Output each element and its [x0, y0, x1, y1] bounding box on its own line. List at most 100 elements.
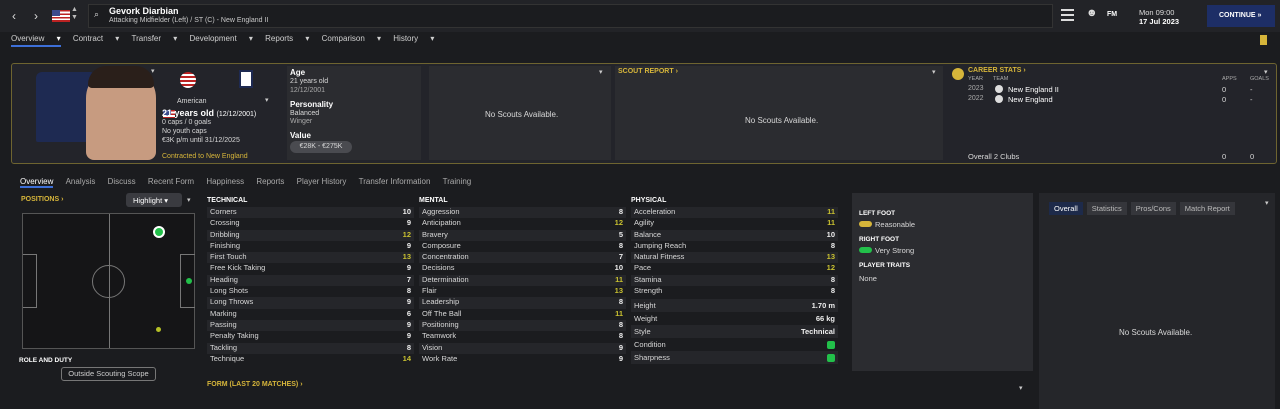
attribute-row[interactable]: Off The Ball 11 [419, 309, 626, 320]
career-goals: - [1250, 85, 1253, 94]
attribute-value: 9 [618, 353, 623, 363]
tab-pros-cons[interactable]: Pros/Cons [1130, 202, 1176, 215]
position-marker-am[interactable] [156, 327, 161, 332]
tab-transfer-information[interactable]: Transfer Information [359, 177, 431, 186]
chevron-down-icon[interactable]: ▾ [932, 68, 936, 76]
menu-icon[interactable] [1061, 9, 1074, 21]
menu-contract[interactable]: Contract ▾ [73, 34, 119, 43]
tab-overall[interactable]: Overall [1049, 202, 1083, 215]
attribute-row[interactable]: Composure 8 [419, 241, 626, 252]
back-icon[interactable]: ‹ [6, 8, 22, 24]
attribute-row[interactable]: Teamwork 8 [419, 331, 626, 342]
menu-history[interactable]: History ▾ [393, 34, 434, 43]
attribute-row[interactable]: Natural Fitness 13 [631, 252, 838, 264]
attribute-row[interactable]: Finishing 9 [207, 241, 414, 252]
menu-comparison[interactable]: Comparison ▾ [322, 34, 381, 43]
attribute-row[interactable]: Leadership 8 [419, 297, 626, 309]
attribute-row[interactable]: Anticipation 12 [419, 218, 626, 229]
scout-report-title[interactable]: SCOUT REPORT › [618, 68, 678, 75]
tab-match-report[interactable]: Match Report [1179, 202, 1235, 215]
tab-analysis[interactable]: Analysis [66, 177, 96, 186]
attribute-row[interactable]: Stamina 8 [631, 274, 838, 287]
attribute-row[interactable]: Bravery 5 [419, 229, 626, 241]
attribute-row[interactable]: Strength 8 [631, 286, 838, 297]
attribute-row[interactable]: Flair 13 [419, 286, 626, 297]
attribute-row[interactable]: Determination 11 [419, 274, 626, 287]
position-text: Winger [290, 118, 313, 125]
attribute-row[interactable]: First Touch 13 [207, 252, 414, 264]
menu-development[interactable]: Development ▾ [190, 34, 253, 43]
physical-extra-value: Technical [800, 327, 835, 337]
chevron-down-icon[interactable]: ▾ [151, 67, 155, 75]
career-team[interactable]: New England [1008, 95, 1053, 104]
fm-icon[interactable]: FM [1107, 11, 1117, 18]
chevron-down-icon[interactable]: ▾ [187, 196, 191, 204]
attribute-row[interactable]: Vision 9 [419, 342, 626, 354]
chevron-down-icon[interactable]: ▾ [599, 68, 603, 76]
forward-icon[interactable]: › [28, 8, 44, 24]
tab-discuss[interactable]: Discuss [108, 177, 136, 186]
attribute-row[interactable]: Free Kick Taking 9 [207, 263, 414, 274]
attribute-row[interactable]: Penalty Taking 9 [207, 331, 414, 342]
attribute-row[interactable]: Technique 14 [207, 354, 414, 365]
attribute-row[interactable]: Dribbling 12 [207, 229, 414, 241]
tab-player-history[interactable]: Player History [297, 177, 347, 186]
form-title[interactable]: FORM (LAST 20 MATCHES) › [207, 381, 303, 388]
chevron-down-icon[interactable]: ▾ [1265, 199, 1269, 207]
menu-reports[interactable]: Reports ▾ [265, 34, 309, 43]
tab-statistics[interactable]: Statistics [1086, 202, 1127, 215]
career-team[interactable]: New England II [1008, 85, 1059, 94]
attribute-row[interactable]: Long Shots 8 [207, 286, 414, 297]
attribute-row[interactable]: Heading 7 [207, 274, 414, 287]
physical-extra-row: Sharpness [631, 351, 838, 365]
attribute-value: 13 [402, 252, 411, 262]
chevron-down-icon[interactable]: ▾ [265, 96, 269, 104]
attribute-row[interactable]: Balance 10 [631, 229, 838, 241]
technical-column: TECHNICAL Corners 10 Crossing 9 Dribbling 12 F… [207, 197, 414, 365]
attribute-row[interactable]: Tackling 8 [207, 342, 414, 354]
tab-reports[interactable]: Reports [256, 177, 284, 186]
position-marker-st[interactable] [153, 226, 165, 238]
attribute-name: Determination [422, 274, 469, 284]
bookmark-icon[interactable] [1260, 35, 1267, 45]
skull-icon[interactable]: ☻ [1086, 7, 1098, 19]
attribute-row[interactable]: Aggression 8 [419, 207, 626, 219]
tab-overview[interactable]: Overview [20, 177, 54, 188]
menu-overview[interactable]: Overview ▾ [11, 34, 61, 47]
attribute-row[interactable]: Work Rate 9 [419, 354, 626, 365]
attribute-row[interactable]: Agility 11 [631, 218, 838, 229]
attribute-name: Long Shots [210, 286, 248, 296]
chevron-down-icon[interactable]: ▾ [1264, 68, 1268, 76]
boot-icon [859, 221, 872, 227]
tab-training[interactable]: Training [443, 177, 472, 186]
attribute-value: 12 [826, 263, 835, 273]
attribute-row[interactable]: Marking 6 [207, 309, 414, 320]
attribute-row[interactable]: Corners 10 [207, 207, 414, 219]
continue-button[interactable]: CONTINUE » [1207, 5, 1275, 27]
attribute-row[interactable]: Crossing 9 [207, 218, 414, 229]
outside-scope-button[interactable]: Outside Scouting Scope [61, 367, 156, 381]
updown-icon[interactable]: ▲ ▼ [71, 6, 78, 22]
attribute-name: Balance [634, 229, 662, 239]
career-stats-title[interactable]: CAREER STATS › [968, 67, 1026, 74]
attribute-row[interactable]: Passing 9 [207, 319, 414, 332]
attribute-row[interactable]: Decisions 10 [419, 263, 626, 274]
tab-recent-form[interactable]: Recent Form [148, 177, 194, 186]
attribute-row[interactable]: Acceleration 11 [631, 207, 838, 219]
attribute-name: Jumping Reach [634, 240, 687, 250]
attribute-row[interactable]: Pace 12 [631, 263, 838, 274]
search-bar[interactable] [88, 4, 1053, 28]
attribute-name: Positioning [422, 319, 459, 329]
chevron-down-icon[interactable]: ▾ [1019, 384, 1023, 392]
attribute-row[interactable]: Concentration 7 [419, 252, 626, 264]
tab-happiness[interactable]: Happiness [206, 177, 244, 186]
position-marker-aml[interactable] [186, 278, 192, 284]
attribute-row[interactable]: Jumping Reach 8 [631, 241, 838, 252]
continue-label: CONTINUE [1219, 12, 1256, 19]
highlight-dropdown[interactable]: Highlight ▾ [126, 193, 182, 207]
positions-title[interactable]: POSITIONS › [21, 196, 63, 203]
attribute-row[interactable]: Positioning 8 [419, 319, 626, 332]
menu-transfer[interactable]: Transfer ▾ [132, 34, 178, 43]
physical-extra-name: Weight [634, 314, 658, 324]
attribute-row[interactable]: Long Throws 9 [207, 297, 414, 309]
